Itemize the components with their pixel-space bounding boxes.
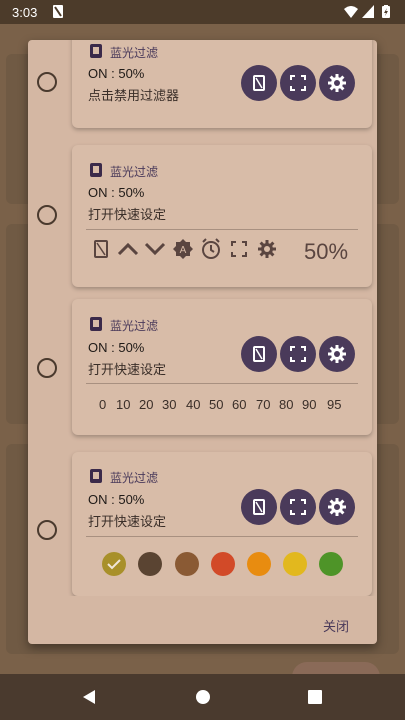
signal-icon <box>362 5 374 18</box>
check-icon <box>107 559 121 570</box>
disable-filter-action[interactable]: 点击禁用过滤器 <box>88 85 179 104</box>
toggle-filter-icon <box>253 499 265 515</box>
battery-charging-icon <box>382 5 390 18</box>
settings-icon <box>328 345 346 363</box>
app-icon <box>90 44 102 58</box>
app-icon <box>90 163 102 177</box>
home-icon[interactable] <box>195 689 211 710</box>
card-divider <box>86 536 358 537</box>
screen-filter-icon <box>52 5 64 18</box>
app-name: 蓝光过滤 <box>110 319 159 333</box>
fullscreen-icon[interactable] <box>228 238 250 260</box>
app-icon <box>90 469 102 483</box>
level-0[interactable]: 0 <box>99 397 106 412</box>
filter-status: ON : 50% <box>88 66 145 81</box>
filter-percent: 50% <box>304 239 349 264</box>
option-4-card[interactable]: 蓝光过滤 ON : 50% 打开快速设定 <box>72 452 372 596</box>
card-divider <box>86 383 358 384</box>
color-swatch[interactable] <box>247 552 271 576</box>
fullscreen-icon <box>290 499 306 515</box>
level-20[interactable]: 20 <box>139 397 153 412</box>
fullscreen-button[interactable] <box>280 65 316 101</box>
color-swatch[interactable] <box>102 552 126 576</box>
svg-text:A: A <box>180 245 187 256</box>
status-time: 3:03 <box>12 5 38 20</box>
color-swatch[interactable] <box>175 552 199 576</box>
option-1-radio[interactable] <box>37 72 57 92</box>
filter-status: ON : 50% <box>88 185 145 200</box>
fullscreen-icon <box>290 346 306 362</box>
toggle-filter-button[interactable] <box>241 489 277 525</box>
level-40[interactable]: 40 <box>186 397 200 412</box>
filter-status: ON : 50% <box>88 492 145 507</box>
alarm-icon[interactable] <box>200 238 222 260</box>
color-swatch[interactable] <box>319 552 343 576</box>
navigation-bar <box>0 674 405 720</box>
option-2-card[interactable]: 蓝光过滤 ON : 50% 打开快速设定 A 50% <box>72 145 372 287</box>
settings-icon <box>328 74 346 92</box>
filter-status: ON : 50% <box>88 340 145 355</box>
app-name: 蓝光过滤 <box>110 471 159 485</box>
option-3-card[interactable]: 蓝光过滤 ON : 50% 打开快速设定 0 10 20 30 40 50 60 <box>72 299 372 435</box>
color-swatch[interactable] <box>211 552 235 576</box>
toggle-filter-button[interactable] <box>241 336 277 372</box>
color-swatch[interactable] <box>283 552 307 576</box>
app-icon <box>90 317 102 331</box>
level-10[interactable]: 10 <box>116 397 130 412</box>
color-swatch[interactable] <box>138 552 162 576</box>
chevron-up-icon[interactable] <box>117 238 139 260</box>
toggle-filter-icon <box>253 75 265 91</box>
toggle-filter-icon <box>253 346 265 362</box>
option-1-card[interactable]: 蓝光过滤 ON : 50% 点击禁用过滤器 <box>72 40 372 128</box>
auto-brightness-icon[interactable]: A <box>172 238 194 260</box>
level-80[interactable]: 80 <box>279 397 293 412</box>
settings-button[interactable] <box>319 336 355 372</box>
settings-button[interactable] <box>319 489 355 525</box>
wifi-icon <box>344 5 358 18</box>
fullscreen-button[interactable] <box>280 489 316 525</box>
fullscreen-button[interactable] <box>280 336 316 372</box>
card-divider <box>86 229 358 230</box>
back-icon[interactable] <box>82 689 96 710</box>
toggle-filter-button[interactable] <box>241 65 277 101</box>
option-4-radio[interactable] <box>37 520 57 540</box>
recents-icon[interactable] <box>308 690 322 709</box>
level-95[interactable]: 95 <box>327 397 341 412</box>
quick-settings-dialog: 蓝光过滤 ON : 50% 点击禁用过滤器 蓝光过滤 ON : 50% 打开快速… <box>28 40 377 644</box>
settings-button[interactable] <box>319 65 355 101</box>
settings-icon <box>328 498 346 516</box>
options-list[interactable]: 蓝光过滤 ON : 50% 点击禁用过滤器 蓝光过滤 ON : 50% 打开快速… <box>28 40 377 596</box>
level-30[interactable]: 30 <box>162 397 176 412</box>
option-3-radio[interactable] <box>37 358 57 378</box>
quick-settings-action[interactable]: 打开快速设定 <box>88 359 166 378</box>
status-bar: 3:03 <box>0 0 405 24</box>
close-button[interactable]: 关闭 <box>323 616 349 635</box>
toggle-filter-icon[interactable] <box>90 238 112 260</box>
fullscreen-icon <box>290 75 306 91</box>
app-name: 蓝光过滤 <box>110 165 159 179</box>
app-name: 蓝光过滤 <box>110 46 159 60</box>
level-70[interactable]: 70 <box>256 397 270 412</box>
chevron-down-icon[interactable] <box>144 238 166 260</box>
level-50[interactable]: 50 <box>209 397 223 412</box>
settings-icon[interactable] <box>256 238 278 260</box>
quick-settings-action[interactable]: 打开快速设定 <box>88 204 166 223</box>
quick-settings-action[interactable]: 打开快速设定 <box>88 511 166 530</box>
level-60[interactable]: 60 <box>232 397 246 412</box>
level-90[interactable]: 90 <box>302 397 316 412</box>
option-2-radio[interactable] <box>37 205 57 225</box>
